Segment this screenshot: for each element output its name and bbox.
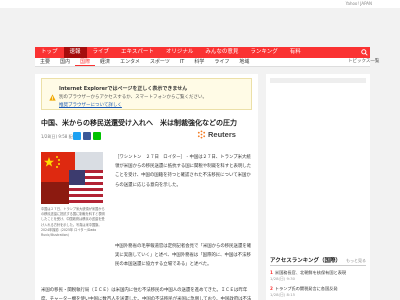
photo-caption: 中国は２７日、トランプ米大統領が米国からの移民送還に抵抗する国に制裁を科すと表明… (41, 207, 105, 238)
nav-item-active[interactable]: 速報 (63, 47, 87, 58)
ranking-item[interactable]: 2 トランプ氏の関税発言に各国反発 1/28(日) 8:15 (270, 286, 366, 298)
nav-item[interactable]: トップ (35, 47, 64, 58)
top-utility-bar: Yahoo! JAPAN (0, 0, 400, 8)
category-tab[interactable]: IT (175, 58, 190, 66)
category-tab[interactable]: スポーツ (145, 58, 175, 66)
search-icon[interactable] (359, 47, 370, 58)
line-share-icon[interactable] (93, 132, 101, 140)
category-tab[interactable]: エンタメ (115, 58, 145, 66)
sidebar: アクセスランキング（国際） もっと見る 1 米国務長官、北朝鮮を核保有国と表現 1… (266, 74, 370, 300)
ranking-title-text: 米国務長官、北朝鮮を核保有国と表現 (274, 270, 347, 275)
primary-nav: トップ 速報 ライブ エキスパート オリジナル みんなの意見 ランキング 有料 (35, 47, 370, 58)
nav-item[interactable]: 有料 (284, 47, 307, 58)
warning-title: Internet Explorerではページを正しく表示できません (59, 86, 188, 92)
facebook-share-icon[interactable] (83, 132, 91, 140)
reuters-dots-icon (197, 130, 206, 139)
article-main: Internet Explorerではページを正しく表示できません 別のブラウザ… (35, 74, 258, 300)
article-paragraph: ［ワシントン ２７日 ロイター］ - 中国は２７日、トランプ米大統領が米国からの… (115, 155, 252, 188)
category-tab[interactable]: 経済 (95, 58, 115, 66)
category-tab[interactable]: 地域 (234, 58, 254, 66)
nav-item[interactable]: ランキング (244, 47, 283, 58)
article-paragraph: 米国の移民・関税執行局（ＩＣＥ）は米国内に住む不法移民の中国人の送還を進めてきた… (41, 288, 252, 300)
category-tab-active[interactable]: 国際 (75, 58, 96, 66)
ranking-more-link[interactable]: もっと見る (346, 258, 366, 264)
category-tab[interactable]: 国内 (55, 58, 75, 66)
article-headline: 中国、米からの移民送還受け入れへ 米は制裁強化などの圧力 (41, 119, 237, 127)
source-logo[interactable]: Reuters (197, 130, 236, 139)
top-links[interactable]: Yahoo! JAPAN (346, 1, 372, 6)
ranking-meta: 1/28(日) 9:30 (270, 276, 296, 281)
category-tab[interactable]: 科学 (189, 58, 209, 66)
browser-warning: Internet Explorerではページを正しく表示できません 別のブラウザ… (41, 78, 252, 110)
nav-item[interactable]: エキスパート (115, 47, 160, 58)
article-photo[interactable] (41, 152, 103, 204)
secondary-nav: 主要 国内 国際 経済 エンタメ スポーツ IT 科学 ライフ 地域 (35, 58, 370, 67)
topics-list-link[interactable]: トピックス一覧 (348, 58, 379, 64)
source-name: Reuters (208, 130, 236, 139)
ranking-number: 1 (270, 270, 273, 275)
ranking-item[interactable]: 1 米国務長官、北朝鮮を核保有国と表現 1/28(日) 9:30 (270, 270, 366, 282)
recommended-browser-link[interactable]: 推奨ブラウザーについて詳しく (59, 102, 122, 108)
nav-item[interactable]: ライブ (87, 47, 116, 58)
category-tab[interactable]: ライフ (209, 58, 234, 66)
category-tab[interactable]: 主要 (35, 58, 55, 66)
ranking-title: アクセスランキング（国際） (270, 258, 342, 264)
nav-item[interactable]: オリジナル (160, 47, 200, 58)
ranking-title-text: トランプ氏の関税発言に各国反発 (274, 286, 338, 291)
share-buttons (73, 132, 101, 140)
ranking-header: アクセスランキング（国際） もっと見る (270, 254, 366, 266)
nav-item[interactable]: みんなの意見 (199, 47, 244, 58)
warning-text: 別のブラウザーからアクセスするか、スマートフォンからご覧ください。 (59, 95, 208, 100)
warning-icon (49, 86, 56, 101)
ranking-number: 2 (270, 286, 273, 291)
article-date: 1/28(日) 9:58 配信 (41, 134, 77, 139)
ranking-meta: 1/28(日) 8:15 (270, 292, 296, 297)
twitter-share-icon[interactable] (73, 132, 81, 140)
article-paragraph: 中国外務省の毛寧報道官は定例記者会見で「米国からの移民送還を確実に実施していく」… (115, 244, 252, 268)
sidebar-placeholder (270, 78, 366, 83)
